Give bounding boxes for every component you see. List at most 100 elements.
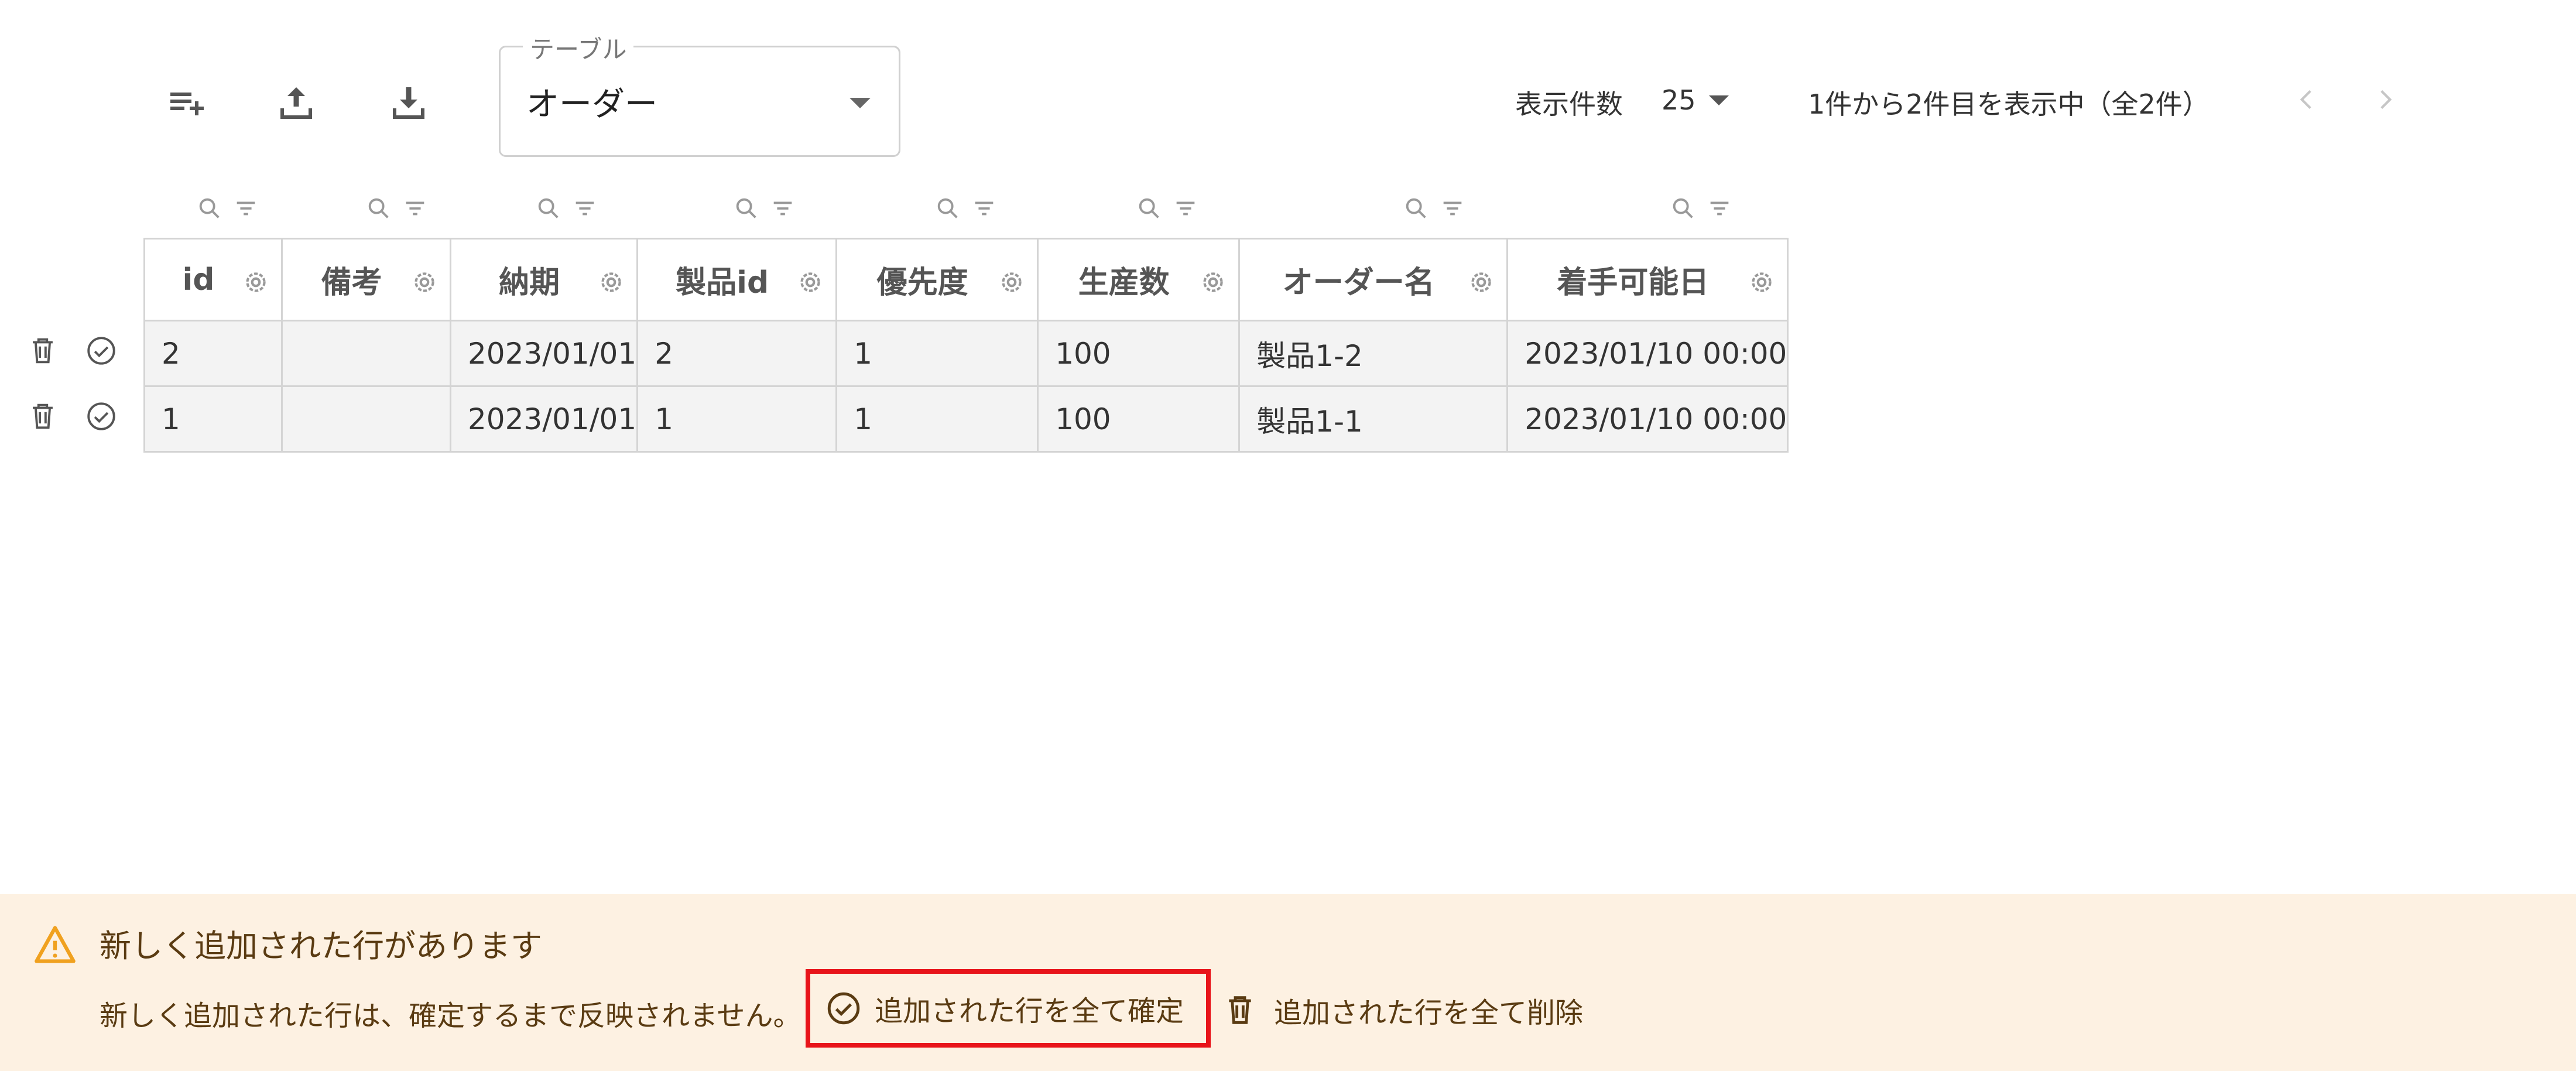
cell-note[interactable] [281,385,451,453]
search-icon[interactable] [196,195,223,222]
column-header-label: 製品id [676,265,769,300]
cell-id[interactable]: 1 [143,385,283,453]
new-rows-banner: 新しく追加された行があります 新しく追加された行は、確定するまで反映されません。… [0,894,2576,1071]
column-header-start[interactable]: 着手可能日 [1506,238,1789,321]
trash-icon [33,338,53,364]
cell-id[interactable]: 2 [143,320,283,387]
column-header-label: 優先度 [876,265,968,300]
cell-start[interactable]: 2023/01/10 00:00 [1506,320,1789,387]
column-header-label: 生産数 [1078,265,1170,300]
next-page-button[interactable] [2362,76,2409,123]
trash-icon [33,403,53,429]
search-icon[interactable] [1403,195,1430,222]
cell-due[interactable]: 2023/01/01 [449,385,639,453]
filter-icon[interactable] [971,195,998,222]
download-icon [393,87,424,119]
upload-icon [280,87,312,119]
column-tools-qty [1136,191,1199,226]
delete-all-label: 追加された行を全て削除 [1274,997,1584,1029]
column-tools-start [1670,191,1733,226]
search-icon[interactable] [365,195,392,222]
gear-icon[interactable] [1198,268,1228,297]
confirm-all-button[interactable]: 追加された行を全て確定 [806,969,1211,1048]
gear-icon[interactable] [1747,268,1776,297]
download-button[interactable] [381,75,437,131]
search-icon[interactable] [934,195,961,222]
trash-icon [1229,996,1251,1024]
filter-icon[interactable] [232,195,259,222]
cell-priority[interactable]: 1 [835,385,1039,453]
search-icon[interactable] [1670,195,1697,222]
rows-per-page-select[interactable]: 25 [1662,80,1729,121]
column-header-product-id[interactable]: 製品id [636,238,838,321]
check-circle-icon [87,402,115,430]
filter-icon[interactable] [571,195,598,222]
column-header-label: 着手可能日 [1557,265,1710,300]
table-select-value: オーダー [526,85,657,124]
filter-icon[interactable] [1172,195,1199,222]
gear-icon[interactable] [241,268,270,297]
row-actions [26,399,118,433]
previous-page-button[interactable] [2283,76,2330,123]
column-header-label: id [182,262,215,297]
add-row-button[interactable] [158,75,214,131]
column-header-due[interactable]: 納期 [449,238,639,321]
cell-start[interactable]: 2023/01/10 00:00 [1506,385,1789,453]
search-icon[interactable] [535,195,562,222]
column-header-order-name[interactable]: オーダー名 [1238,238,1509,321]
search-icon[interactable] [1136,195,1163,222]
confirm-row-button[interactable] [84,399,118,433]
table-header-row: id 備考 納期 製品id 優先度 生産数 オーダー名 着手可能日 [143,238,1789,321]
rows-per-page-value: 25 [1662,84,1696,116]
playlist-add-icon [170,93,204,115]
filter-icon[interactable] [402,195,429,222]
cell-qty[interactable]: 100 [1037,385,1241,453]
column-tools-note [365,191,429,226]
column-tools-product-id [733,191,796,226]
cell-note[interactable] [281,320,451,387]
gear-icon[interactable] [796,268,825,297]
filter-icon[interactable] [769,195,796,222]
pagination-range: 1件から2件目を表示中（全2件） [1808,88,2210,120]
gear-icon[interactable] [410,268,439,297]
delete-all-button[interactable]: 追加された行を全て削除 [1221,987,1583,1034]
table-row: 1 2023/01/01 1 1 100 製品1-1 2023/01/10 00… [143,385,1789,453]
filter-icon[interactable] [1706,195,1733,222]
banner-title: 新しく追加された行があります [100,928,542,964]
cell-product-id[interactable]: 1 [636,385,838,453]
banner-message: 新しく追加された行は、確定するまで反映されません。 [100,1000,801,1032]
column-header-label: 納期 [499,265,560,300]
gear-icon[interactable] [597,268,626,297]
table-select-label: テーブル [523,30,634,66]
column-tools-due [535,191,598,226]
chevron-left-icon [2300,90,2311,110]
filter-icon[interactable] [1439,195,1466,222]
cell-due[interactable]: 2023/01/01 [449,320,639,387]
dropdown-arrow-icon [849,98,871,108]
cell-priority[interactable]: 1 [835,320,1039,387]
delete-row-button[interactable] [26,399,60,433]
cell-order-name[interactable]: 製品1-2 [1238,320,1509,387]
column-header-qty[interactable]: 生産数 [1037,238,1241,321]
column-header-note[interactable]: 備考 [281,238,451,321]
confirm-row-button[interactable] [84,334,118,368]
search-icon[interactable] [733,195,760,222]
column-tools-id [196,191,259,226]
cell-product-id[interactable]: 2 [636,320,838,387]
column-tools-order-name [1403,191,1466,226]
upload-button[interactable] [268,75,324,131]
column-header-id[interactable]: id [143,238,283,321]
cell-qty[interactable]: 100 [1037,320,1241,387]
chevron-right-icon [2380,90,2392,110]
column-header-label: オーダー名 [1282,265,1435,300]
row-actions [26,334,118,368]
check-circle-icon [827,992,860,1025]
column-tools-priority [934,191,998,226]
gear-icon[interactable] [997,268,1026,297]
check-circle-icon [87,337,115,365]
delete-row-button[interactable] [26,334,60,368]
table-select[interactable]: テーブル オーダー [499,30,900,157]
gear-icon[interactable] [1467,268,1496,297]
column-header-priority[interactable]: 優先度 [835,238,1039,321]
cell-order-name[interactable]: 製品1-1 [1238,385,1509,453]
